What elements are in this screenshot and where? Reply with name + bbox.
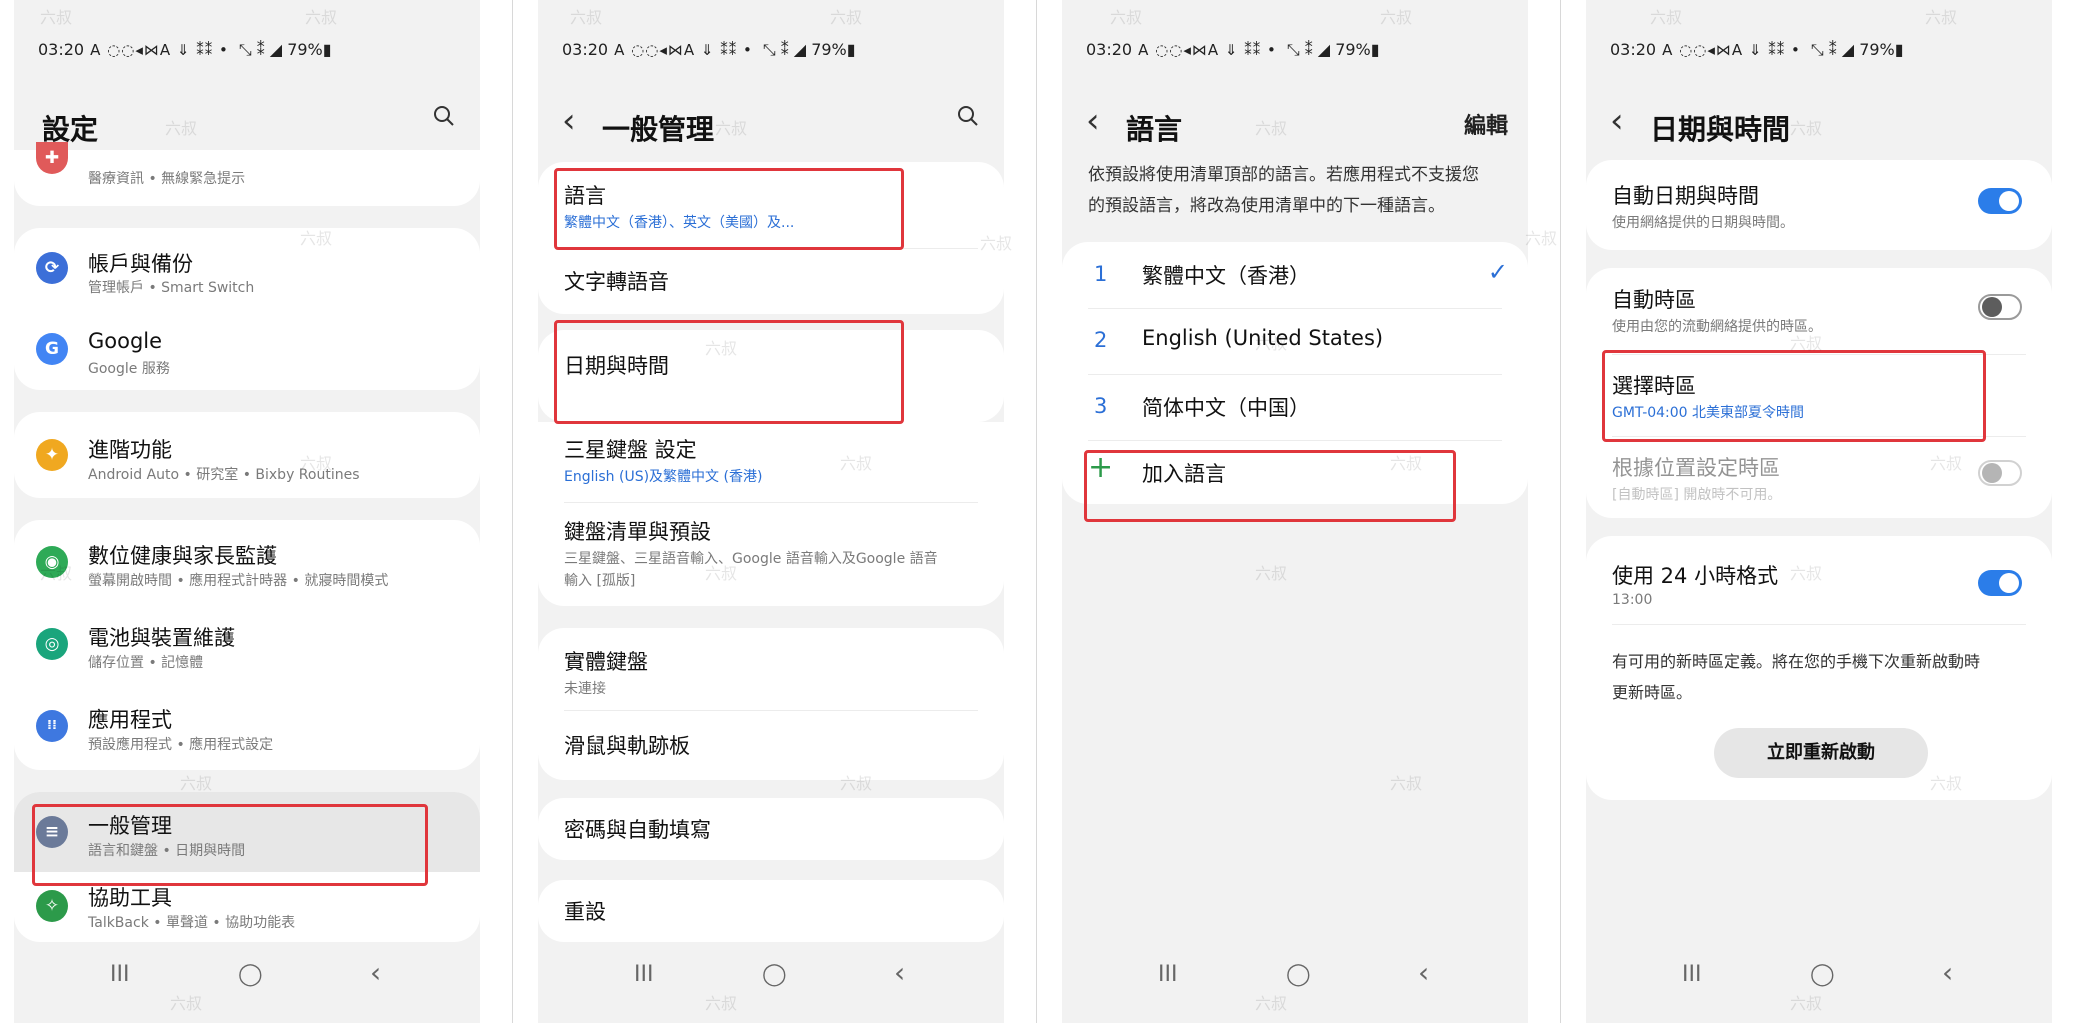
auto-time-zone-toggle[interactable]	[1978, 294, 2022, 320]
safety-icon: ✚	[36, 142, 68, 174]
header: ‹ 日期與時間	[1586, 96, 2052, 156]
language-item-2[interactable]: 2 English (United States)	[1062, 308, 1528, 374]
card-safety: ✚ 醫療資訊 • 無線緊急提示	[14, 142, 480, 206]
setting-auto-time-zone[interactable]: 自動時區 使用由您的流動網絡提供的時區。	[1586, 268, 2052, 354]
status-bar: 03:20 A ◌◌◂⋈A ⇓ ⁑⁑ • ⤡ ⁑ ◢ 79%▮	[1610, 40, 1904, 59]
restart-now-button[interactable]: 立即重新啟動	[1714, 728, 1928, 778]
language-description: 依預設將使用清單頂部的語言。若應用程式不支援您 的預設語言，將改為使用清單中的下…	[1088, 165, 1479, 216]
settings-item-accounts[interactable]: ⟳ 帳戶與備份 管理帳戶 • Smart Switch	[14, 228, 480, 309]
wellbeing-icon: ◉	[36, 546, 68, 578]
card-wellbeing: ◉ 數位健康與家長監護 螢幕開啟時間 • 應用程式計時器 • 就寢時間模式 ◎ …	[14, 520, 480, 770]
header: 設定	[14, 96, 480, 156]
divider	[1560, 0, 1561, 1023]
recents-button[interactable]: III	[110, 962, 129, 987]
screen-language: 03:20 A ◌◌◂⋈A ⇓ ⁑⁑ • ⤡ ⁑ ◢ 79%▮ ‹ 語言 編輯 依預…	[1062, 0, 1528, 1023]
language-item-3[interactable]: 3 简体中文（中国）	[1062, 374, 1528, 440]
settings-item-wellbeing[interactable]: ◉ 數位健康與家長監護 螢幕開啟時間 • 應用程式計時器 • 就寢時間模式	[14, 520, 480, 602]
check-icon: ✓	[1487, 258, 1508, 286]
battery-care-icon: ◎	[36, 628, 68, 660]
sync-icon: ⟳	[36, 252, 68, 284]
location-time-zone-toggle	[1978, 460, 2022, 486]
screen-date-time: 03:20 A ◌◌◂⋈A ⇓ ⁑⁑ • ⤡ ⁑ ◢ 79%▮ ‹ 日期與時間 自動…	[1586, 0, 2052, 1023]
back-button[interactable]: ‹	[1942, 956, 1953, 989]
separator	[1612, 624, 2026, 625]
apps-icon: ⁞⁞	[36, 710, 68, 742]
card-24h-format: 使用 24 小時格式 13:00 有可用的新時區定義。將在您的手機下次重新啟動時…	[1586, 536, 2052, 800]
search-icon[interactable]	[956, 104, 980, 128]
highlight-date-time	[554, 320, 904, 424]
menu-item-samsung-keyboard[interactable]: 三星鍵盤 設定 English (US)及繁體中文 (香港)	[538, 422, 1004, 502]
card-advanced: ✦ 進階功能 Android Auto • 研究室 • Bixby Routin…	[14, 412, 480, 498]
back-button[interactable]: ‹	[1418, 956, 1429, 989]
header: ‹ 語言 編輯	[1062, 96, 1528, 156]
setting-location-time-zone: 根據位置設定時區 [自動時區] 開啟時不可用。	[1586, 436, 2052, 518]
page-title: 日期與時間	[1650, 113, 1791, 146]
menu-item-mouse-trackpad[interactable]: 滑鼠與軌跡板	[538, 710, 1004, 780]
card-keyboard: 三星鍵盤 設定 English (US)及繁體中文 (香港) 鍵盤清單與預設 三…	[538, 422, 1004, 606]
menu-item-tts[interactable]: 文字轉語音	[538, 248, 1004, 314]
accessibility-icon: ✧	[36, 890, 68, 922]
nav-bar: III ◯ ‹	[14, 956, 480, 998]
nav-bar: III ◯ ‹	[538, 956, 1004, 998]
highlight-select-time-zone	[1602, 350, 1986, 442]
settings-item-google[interactable]: G Google Google 服務	[14, 309, 480, 390]
edit-button[interactable]: 編輯	[1464, 108, 1508, 140]
card-reset: 重設	[538, 880, 1004, 942]
divider	[512, 0, 513, 1023]
back-button[interactable]: ‹	[894, 956, 905, 989]
menu-item-reset[interactable]: 重設	[538, 880, 1004, 942]
auto-date-time-toggle[interactable]	[1978, 188, 2022, 214]
language-item-1[interactable]: 1 繁體中文（香港） ✓	[1062, 242, 1528, 308]
page-title: 一般管理	[602, 113, 715, 146]
divider	[1036, 0, 1037, 1023]
card-accounts: ⟳ 帳戶與備份 管理帳戶 • Smart Switch G Google Goo…	[14, 228, 480, 390]
status-bar: 03:20 A ◌◌◂⋈A ⇓ ⁑⁑ • ⤡ ⁑ ◢ 79%▮	[38, 40, 332, 59]
home-button[interactable]: ◯	[762, 962, 787, 987]
menu-item-keyboard-list[interactable]: 鍵盤清單與預設 三星鍵盤、三星語音輸入、Google 語音輸入及Google 語…	[538, 502, 1004, 606]
settings-item-apps[interactable]: ⁞⁞ 應用程式 預設應用程式 • 應用程式設定	[14, 684, 480, 766]
highlight-general-management	[32, 804, 428, 886]
back-arrow-icon[interactable]: ‹	[1610, 104, 1624, 138]
watermark: 六叔	[1525, 229, 1558, 248]
setting-auto-date-time[interactable]: 自動日期與時間 使用網絡提供的日期與時間。	[1586, 160, 2052, 250]
status-bar: 03:20 A ◌◌◂⋈A ⇓ ⁑⁑ • ⤡ ⁑ ◢ 79%▮	[1086, 40, 1380, 59]
card-passwords: 密碼與自動填寫	[538, 798, 1004, 860]
page-title: 語言	[1126, 113, 1183, 146]
highlight-language	[554, 168, 904, 250]
nav-bar: III ◯ ‹	[1586, 956, 2052, 998]
back-arrow-icon[interactable]: ‹	[1086, 104, 1100, 138]
card-input: 實體鍵盤 未連接 滑鼠與軌跡板	[538, 628, 1004, 780]
time-zone-update-notice: 有可用的新時區定義。將在您的手機下次重新啟動時 更新時區。	[1612, 652, 1981, 702]
header: ‹ 一般管理	[538, 96, 1004, 156]
google-icon: G	[36, 333, 68, 365]
screen-settings: 03:20 A ◌◌◂⋈A ⇓ ⁑⁑ • ⤡ ⁑ ◢ 79%▮ 設定 ✚ 醫療資訊 …	[14, 0, 480, 1023]
settings-item-safety[interactable]: ✚ 醫療資訊 • 無線緊急提示	[14, 142, 480, 206]
recents-button[interactable]: III	[1682, 962, 1701, 987]
nav-bar: III ◯ ‹	[1062, 956, 1528, 998]
highlight-add-language	[1084, 450, 1456, 522]
status-bar: 03:20 A ◌◌◂⋈A ⇓ ⁑⁑ • ⤡ ⁑ ◢ 79%▮	[562, 40, 856, 59]
back-arrow-icon[interactable]: ‹	[562, 104, 576, 138]
card-auto-date-time: 自動日期與時間 使用網絡提供的日期與時間。	[1586, 160, 2052, 250]
home-button[interactable]: ◯	[238, 962, 263, 987]
search-icon[interactable]	[432, 104, 456, 128]
settings-item-battery[interactable]: ◎ 電池與裝置維護 儲存位置 • 記憶體	[14, 602, 480, 684]
menu-item-physical-keyboard[interactable]: 實體鍵盤 未連接	[538, 628, 1004, 710]
screen-general-management: 03:20 A ◌◌◂⋈A ⇓ ⁑⁑ • ⤡ ⁑ ◢ 79%▮ ‹ 一般管理 語言 …	[538, 0, 1004, 1023]
home-button[interactable]: ◯	[1810, 962, 1835, 987]
settings-item-advanced[interactable]: ✦ 進階功能 Android Auto • 研究室 • Bixby Routin…	[14, 412, 480, 498]
setting-24-hour-format[interactable]: 使用 24 小時格式 13:00	[1586, 536, 2052, 624]
back-button[interactable]: ‹	[370, 956, 381, 989]
menu-item-passwords-autofill[interactable]: 密碼與自動填寫	[538, 798, 1004, 860]
recents-button[interactable]: III	[634, 962, 653, 987]
24-hour-format-toggle[interactable]	[1978, 570, 2022, 596]
home-button[interactable]: ◯	[1286, 962, 1311, 987]
star-icon: ✦	[36, 439, 68, 471]
recents-button[interactable]: III	[1158, 962, 1177, 987]
